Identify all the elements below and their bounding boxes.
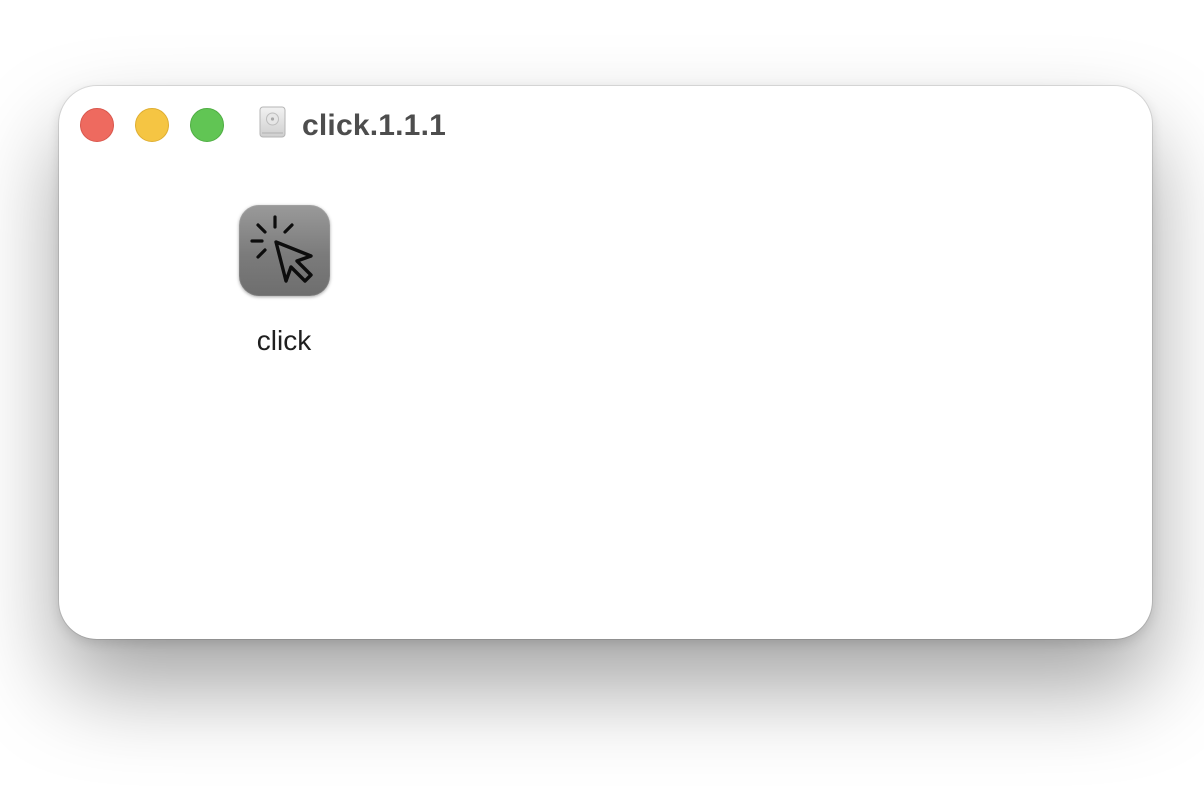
window-title: click.1.1.1 (302, 109, 446, 142)
zoom-button[interactable] (190, 108, 224, 142)
title-bar[interactable]: click.1.1.1 (59, 86, 1152, 166)
close-button[interactable] (80, 108, 114, 142)
finder-window: click.1.1.1 click (59, 86, 1152, 639)
minimize-button[interactable] (135, 108, 169, 142)
cursor-click-app-icon[interactable] (239, 205, 330, 296)
app-item-click[interactable]: click (229, 204, 339, 364)
disk-image-icon[interactable] (259, 106, 286, 138)
app-item-label[interactable]: click (229, 324, 339, 358)
